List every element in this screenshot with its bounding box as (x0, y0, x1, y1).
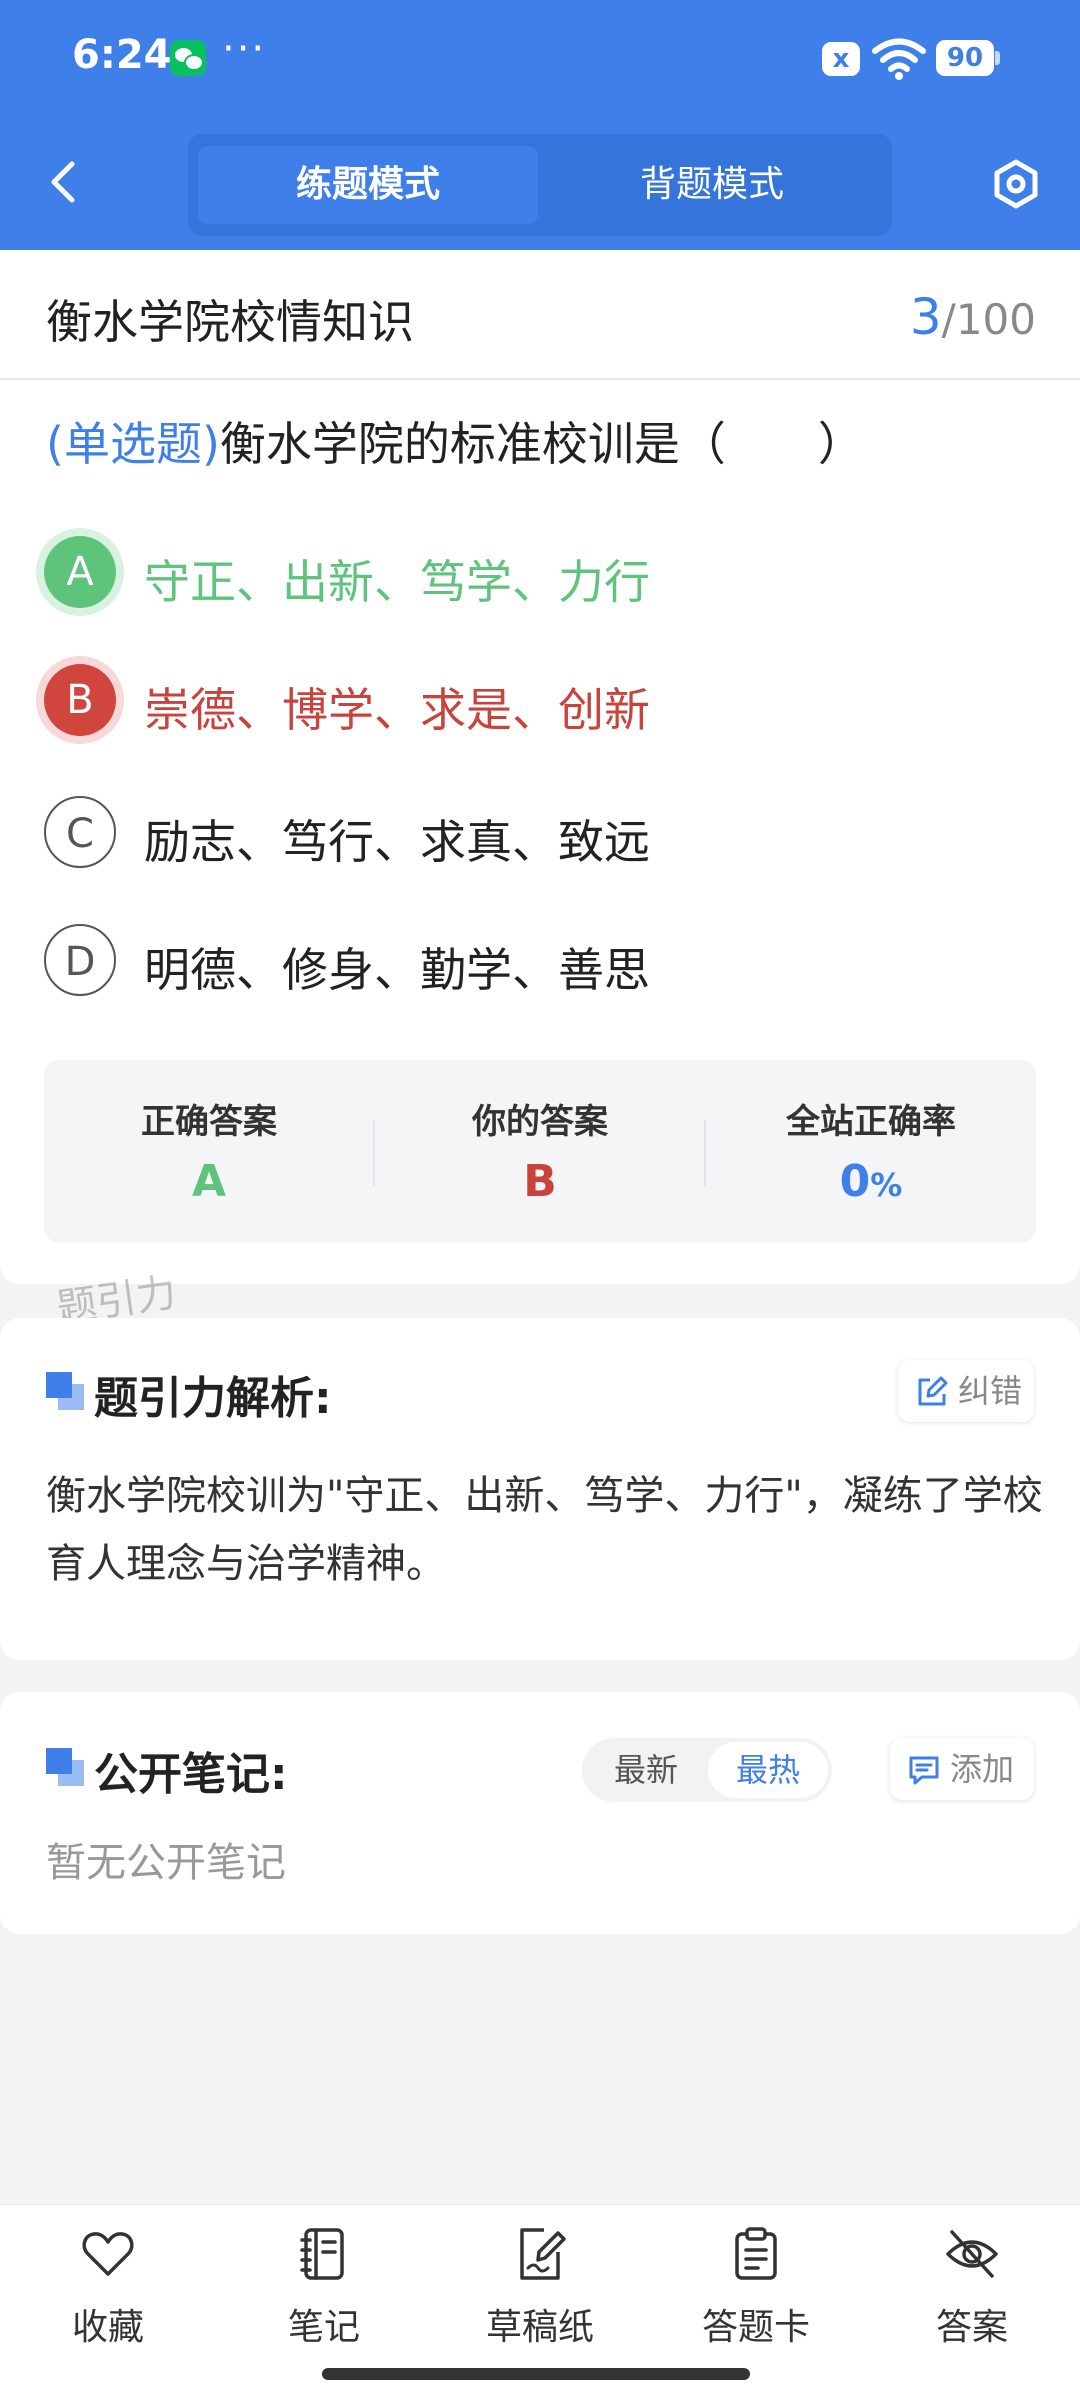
clipboard-icon (735, 2227, 777, 2280)
no-sim-icon: x (822, 42, 860, 76)
option-text: 守正、出新、笃学、力行 (144, 555, 650, 609)
report-error-button[interactable]: 纠错 (898, 1360, 1034, 1422)
draft-icon (520, 2228, 566, 2280)
wechat-icon (170, 40, 206, 76)
notes-sort-switch: 最新 最热 (582, 1738, 832, 1802)
stat-correct-answer: 正确答案 A (44, 1060, 374, 1242)
stat-your-answer: 你的答案 B (375, 1060, 705, 1242)
battery-indicator: 90 (936, 40, 1000, 76)
stat-label: 正确答案 (141, 1102, 277, 1142)
option-d[interactable]: D 明德、修身、勤学、善思 (44, 924, 1044, 1004)
divider (0, 378, 1080, 380)
settings-icon[interactable] (990, 158, 1042, 210)
option-text: 励志、笃行、求真、致远 (144, 815, 650, 869)
nav-label: 答案 (935, 2307, 1008, 2348)
sort-latest[interactable]: 最新 (586, 1738, 706, 1802)
total-count: /100 (941, 295, 1036, 344)
option-letter: B (44, 664, 116, 736)
stat-label: 全站正确率 (786, 1102, 956, 1142)
question-type: (单选题) (46, 417, 220, 471)
nav-label: 收藏 (71, 2307, 144, 2348)
notes-title: 公开笔记: (94, 1749, 288, 1800)
nav-label: 草稿纸 (485, 2307, 594, 2348)
option-a[interactable]: A 守正、出新、笃学、力行 (44, 536, 1044, 616)
notebook-icon (300, 2228, 344, 2280)
comment-icon (909, 1756, 939, 1785)
report-error-label: 纠错 (958, 1372, 1023, 1410)
stat-value: B (523, 1156, 557, 1207)
nav-favorite[interactable]: 收藏 (28, 2226, 188, 2356)
status-bar: 6:24 ··· x 90 (0, 0, 1080, 110)
nav-label: 答题卡 (701, 2307, 810, 2348)
section-square-icon (46, 1748, 86, 1788)
question-stem: (单选题)衡水学院的标准校训是（ ） (46, 408, 864, 474)
stat-value: A (191, 1156, 227, 1207)
stat-correct-rate: 全站正确率 0% (706, 1060, 1036, 1242)
nav-notes[interactable]: 笔记 (244, 2226, 404, 2356)
tab-practice-mode[interactable]: 练题模式 (198, 146, 538, 224)
home-indicator[interactable] (322, 2368, 750, 2380)
option-letter: D (44, 924, 116, 996)
category-title: 衡水学院校情知识 (46, 295, 414, 349)
tab-memorize-mode[interactable]: 背题模式 (542, 146, 882, 224)
mode-switch: 练题模式 背题模式 (188, 134, 892, 236)
current-index: 3 (909, 288, 942, 346)
option-text: 明德、修身、勤学、善思 (144, 943, 650, 997)
analysis-title: 题引力解析: (94, 1373, 332, 1424)
sort-hottest[interactable]: 最热 (708, 1742, 828, 1798)
add-note-button[interactable]: 添加 (890, 1738, 1034, 1800)
status-time: 6:24 (72, 32, 172, 78)
option-c[interactable]: C 励志、笃行、求真、致远 (44, 796, 1044, 876)
answer-stats: 正确答案 A 你的答案 B 全站正确率 0% (44, 1060, 1036, 1242)
option-letter: A (44, 536, 116, 608)
option-letter: C (44, 796, 116, 868)
notes-card (0, 1692, 1080, 1934)
header: 6:24 ··· x 90 练题模式 背题模式 (0, 0, 1080, 250)
empty-notes-text: 暂无公开笔记 (46, 1840, 286, 1886)
nav-answer-sheet[interactable]: 答题卡 (676, 2226, 836, 2356)
more-notifications-icon: ··· (222, 26, 267, 72)
eye-off-icon (946, 2230, 998, 2278)
edit-icon (918, 1376, 948, 1406)
stat-value: 0% (706, 1156, 1036, 1207)
option-b[interactable]: B 崇德、博学、求是、创新 (44, 664, 1044, 744)
analysis-text: 衡水学院校训为"守正、出新、笃学、力行"，凝练了学校育人理念与治学精神。 (46, 1473, 1043, 1587)
back-arrow-icon[interactable] (44, 160, 84, 204)
add-note-label: 添加 (950, 1750, 1015, 1788)
question-counter: 3/100 (910, 288, 1036, 346)
rate-unit: % (870, 1166, 903, 1204)
nav-answer[interactable]: 答案 (892, 2226, 1052, 2356)
heart-icon (82, 2232, 134, 2276)
wifi-icon (872, 38, 926, 80)
nav-draft-paper[interactable]: 草稿纸 (460, 2226, 620, 2356)
section-square-icon (46, 1372, 86, 1412)
rate-number: 0 (839, 1156, 871, 1207)
stat-label: 你的答案 (472, 1102, 608, 1142)
question-text: 衡水学院的标准校训是（ ） (219, 417, 864, 471)
option-text: 崇德、博学、求是、创新 (144, 683, 650, 737)
nav-label: 笔记 (287, 2307, 360, 2348)
